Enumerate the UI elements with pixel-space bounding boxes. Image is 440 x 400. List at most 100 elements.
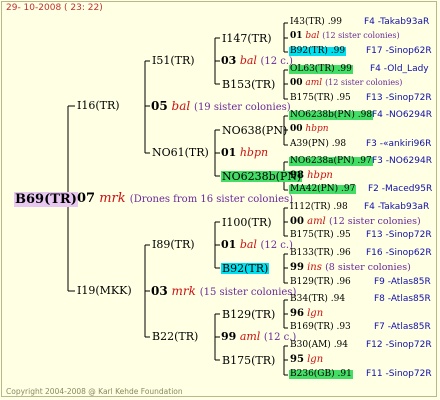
leaf-year: .96 [336, 248, 351, 258]
queen-line: mrk [99, 191, 126, 206]
leaf-row-12[interactable]: I112(TR) .98 [290, 203, 348, 212]
leaf-year: .98 [331, 139, 347, 149]
leaf-label: NO6238a(PN) [290, 156, 355, 166]
sister-note: (12 sister colonies) [328, 216, 421, 227]
ggp-node-g[interactable]: B129(TR) [222, 309, 275, 320]
gp-node-d[interactable]: B22(TR) [152, 331, 198, 342]
ggp-node-e[interactable]: I100(TR) [222, 217, 272, 228]
gp-b-queen: 01 hbpn [221, 147, 268, 158]
leaf-location: F13 -Sinop72R [366, 93, 432, 103]
gp-a-queen: 03 bal (12 c.) [221, 55, 293, 67]
gp-node-b[interactable]: NO61(TR) [152, 147, 209, 158]
queen-line: bal [239, 54, 257, 67]
queen-year: 07 [77, 191, 96, 206]
leaf-year: .96 [336, 277, 351, 287]
sister-note: (8 sister colonies) [325, 262, 411, 273]
leaf-label: B236(GB) [290, 369, 335, 379]
leaf-row-8[interactable]: A39(PN) .98 [290, 140, 346, 149]
gp-node-c[interactable]: I89(TR) [152, 239, 195, 250]
queen-line: aml [307, 216, 326, 227]
sister-note: (12 c.) [260, 240, 293, 251]
ggp-node-a[interactable]: I147(TR) [222, 33, 272, 44]
leaf-label: B175(TR) [290, 230, 334, 240]
queen-line: ins [307, 262, 322, 273]
leaf-row-11[interactable]: MA42(PN) .97 [289, 184, 357, 194]
leaf-year: .91 [337, 369, 352, 379]
root-colony[interactable]: B69(TR) [14, 192, 78, 207]
queen-year: 00 [290, 124, 303, 134]
queen-year: 01 [290, 31, 303, 41]
leaf-row-9[interactable]: NO6238a(PN) .97 [289, 157, 373, 166]
queen-line: lgn [307, 354, 324, 365]
leaf-row-15[interactable]: B129(TR) .96 [290, 278, 351, 287]
leaf-year: .94 [330, 294, 346, 304]
leaf-year: .99 [330, 46, 346, 56]
leaf-label: B133(TR) [290, 248, 334, 258]
leaf-location: F4 -Takab93aR [364, 202, 430, 212]
parent-node-b[interactable]: I19(MKK) [77, 285, 132, 296]
sister-note: (Drones from 16 sister colonies) [129, 194, 294, 205]
queen-year: 99 [290, 262, 304, 273]
ggp-node-f[interactable]: B92(TR) [221, 263, 270, 274]
copyright-footer: Copyright 2004-2008 @ Karl Kehde Foundat… [6, 387, 183, 396]
leaf-row-2[interactable]: B92(TR) .99 [289, 46, 347, 56]
leaf-location: F16 -Sinop62R [366, 248, 432, 258]
ggp-node-b[interactable]: B153(TR) [222, 79, 275, 90]
leaf-location: F11 -Sinop72R [366, 369, 432, 379]
leaf-row-18[interactable]: B30(AM) .94 [290, 341, 348, 350]
queen-line: bal [171, 99, 191, 113]
leaf-label: B34(TR) [290, 294, 328, 304]
leaf-year: .93 [336, 322, 351, 332]
leaf-row-17[interactable]: B169(TR) .93 [290, 323, 351, 332]
leaf-row-16[interactable]: B34(TR) .94 [290, 295, 345, 304]
leaf-label: B169(TR) [290, 322, 334, 332]
leaf-row-0[interactable]: I43(TR) .99 [290, 18, 342, 27]
queen-year: 01 [221, 146, 237, 159]
leaf-location: F12 -Sinop72R [366, 340, 432, 350]
queen-line: hbpn [305, 124, 329, 134]
ggp-e-queen: 00 aml (12 sister colonies) [290, 217, 421, 227]
leaf-location: F8 -Atlas85R [374, 294, 431, 304]
ggp-node-h[interactable]: B175(TR) [222, 355, 275, 366]
gp-d-queen: 99 aml (12 c.) [221, 331, 296, 343]
sister-note: (19 sister colonies) [194, 102, 291, 113]
leaf-row-5[interactable]: B175(TR) .95 [290, 94, 351, 103]
leaf-location: F2 -Maced95R [368, 184, 433, 194]
parent-b-queen: 03 mrk (15 sister colonies) [151, 285, 296, 298]
leaf-row-7: 00 hbpn [290, 125, 329, 134]
leaf-row-1: 01 bal (12 sister colonies) [290, 32, 400, 41]
leaf-label: I112(TR) [290, 202, 331, 212]
leaf-label: A39(PN) [290, 139, 329, 149]
queen-year: 03 [221, 54, 237, 67]
leaf-location: F3 -NO6294R [372, 156, 432, 166]
leaf-year: .98 [357, 110, 373, 120]
ggp-h-queen: 95 lgn [290, 355, 323, 365]
leaf-label: B92(TR) [290, 46, 328, 56]
queen-line: aml [239, 330, 261, 343]
leaf-label: MA42(PN) [290, 184, 339, 194]
parent-node-a[interactable]: I16(TR) [77, 100, 120, 111]
parent-a-queen: 05 bal (19 sister colonies) [151, 100, 291, 113]
leaf-row-14[interactable]: B133(TR) .96 [290, 249, 351, 258]
leaf-year: .98 [333, 202, 348, 212]
leaf-location: F4 -NO6294R [372, 110, 432, 120]
leaf-row-13[interactable]: B175(TR) .95 [290, 231, 351, 240]
date-stamp: 29- 10-2008 ( 23: 22) [6, 3, 103, 13]
leaf-year: .95 [336, 93, 351, 103]
leaf-year: .94 [333, 340, 349, 350]
queen-line: aml [305, 78, 323, 88]
queen-year: 00 [290, 216, 304, 227]
gp-node-a[interactable]: I51(TR) [152, 55, 195, 66]
queen-line: mrk [171, 284, 196, 298]
queen-line: bal [305, 31, 320, 41]
ggp-node-c[interactable]: NO638(PN) [222, 125, 287, 136]
leaf-row-19[interactable]: B236(GB) .91 [289, 370, 353, 379]
leaf-label: B30(AM) [290, 340, 331, 350]
leaf-label: B129(TR) [290, 277, 334, 287]
leaf-year: .97 [357, 156, 372, 166]
leaf-location: F4 -Takab93aR [364, 17, 430, 27]
queen-year: 03 [151, 284, 168, 298]
leaf-row-6[interactable]: NO6238b(PN) .98 [289, 110, 374, 120]
queen-year: 98 [290, 170, 304, 181]
leaf-row-3[interactable]: OL63(TR) .99 [289, 65, 353, 74]
